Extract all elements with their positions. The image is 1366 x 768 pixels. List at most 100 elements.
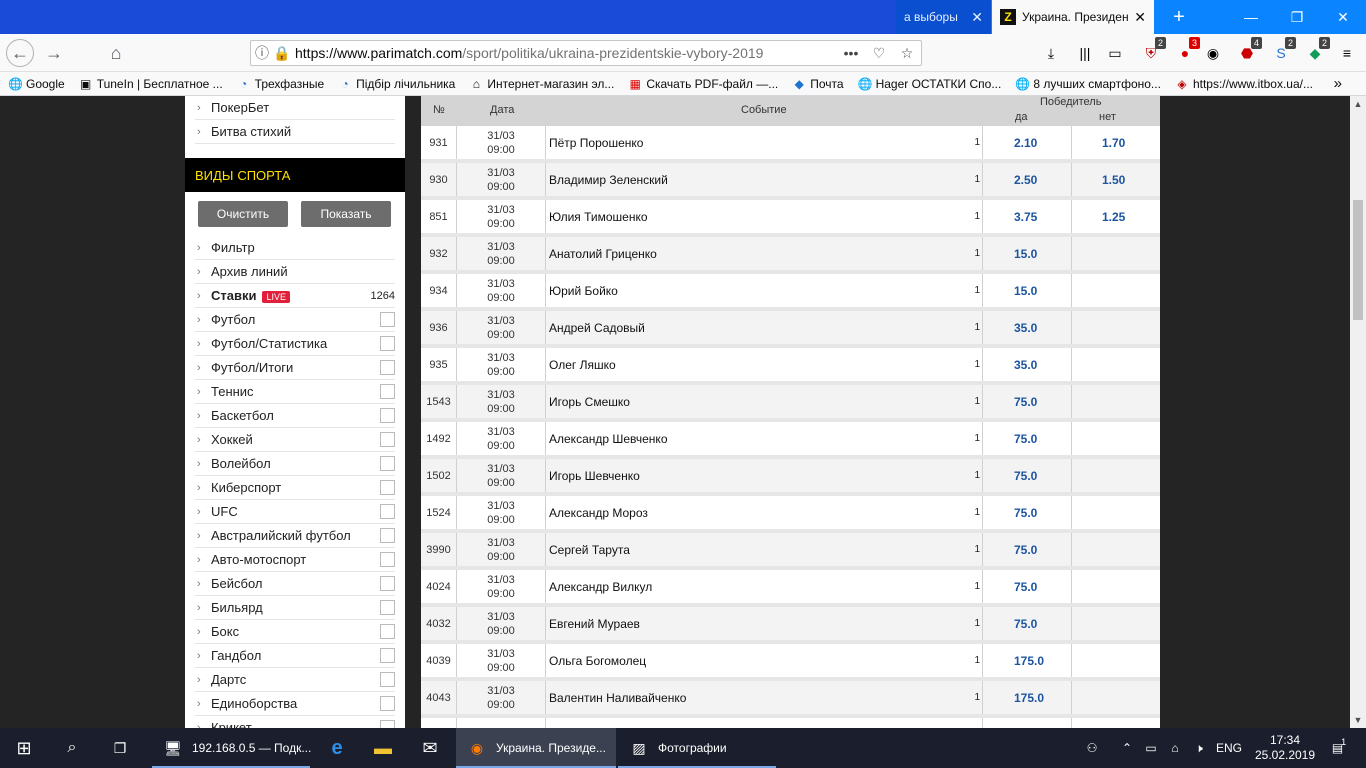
odds-no[interactable] (1072, 348, 1160, 381)
sport-checkbox[interactable] (380, 384, 395, 399)
bookmark-meter[interactable]: ◔ Підбір лічильника (338, 77, 456, 91)
sidebar-item-sport[interactable]: › Футбол/Статистика (195, 332, 395, 356)
new-tab-button[interactable]: + (1156, 0, 1202, 34)
sidebar-item-sport[interactable]: › Волейбол (195, 452, 395, 476)
sport-checkbox[interactable] (380, 552, 395, 567)
bookmark-shop[interactable]: ⌂ Интернет-магазин эл... (469, 77, 615, 91)
sidebar-item-sport[interactable]: › Гандбол (195, 644, 395, 668)
odds-no[interactable] (1072, 718, 1160, 728)
odds-no[interactable] (1072, 274, 1160, 307)
close-window-button[interactable]: ✕ (1320, 0, 1366, 34)
odds-no[interactable] (1072, 237, 1160, 270)
forward-button[interactable]: → (40, 39, 68, 67)
taskbar-app-edge[interactable]: e (314, 728, 360, 768)
sidebar-item-sport[interactable]: › Дартс (195, 668, 395, 692)
downloads-icon[interactable]: ⤓ (1040, 42, 1062, 64)
sidebar-item-sport[interactable]: › Баскетбол (195, 404, 395, 428)
extension-icon[interactable]: ◆ 2 (1304, 37, 1330, 64)
sidebar-item-sport[interactable]: › Бокс (195, 620, 395, 644)
odds-yes[interactable]: 15.0 (983, 237, 1072, 270)
restore-button[interactable]: ❐ (1274, 0, 1320, 34)
address-bar[interactable]: ⓘ 🔒 https://www.parimatch.com/sport/poli… (250, 40, 922, 66)
bookmark-itbox[interactable]: ◈ https://www.itbox.ua/... (1175, 77, 1313, 91)
bookmark-google[interactable]: 🌐 Google (8, 77, 65, 91)
sidebar-item-sport[interactable]: › Австралийский футбол (195, 524, 395, 548)
sidebar-item-archive[interactable]: › Архив линий (195, 260, 395, 284)
sport-checkbox[interactable] (380, 480, 395, 495)
language-indicator[interactable]: ENG (1214, 728, 1244, 768)
battery-icon[interactable]: ▭ (1140, 728, 1162, 768)
odds-yes[interactable]: 35.0 (983, 348, 1072, 381)
sport-checkbox[interactable] (380, 528, 395, 543)
scroll-down-icon[interactable]: ▼ (1350, 712, 1366, 728)
sport-checkbox[interactable] (380, 408, 395, 423)
volume-muted-icon[interactable]: 🕨 (1188, 728, 1210, 768)
sport-checkbox[interactable] (380, 576, 395, 591)
sport-checkbox[interactable] (380, 600, 395, 615)
odds-yes[interactable]: 75.0 (983, 570, 1072, 603)
search-icon[interactable]: ⌕ (48, 728, 96, 768)
taskbar-app-firefox[interactable]: ◉ Украина. Президе... (456, 728, 616, 768)
close-icon[interactable]: ✕ (971, 9, 983, 26)
sport-checkbox[interactable] (380, 696, 395, 711)
odds-yes[interactable]: 35.0 (983, 311, 1072, 344)
sport-checkbox[interactable] (380, 456, 395, 471)
taskbar-app-remote[interactable]: 🖥 192.168.0.5 — Подк... (152, 728, 312, 768)
bookmarks-overflow-button[interactable]: » (1334, 75, 1342, 92)
url-text[interactable]: https://www.parimatch.com/sport/politika… (291, 45, 837, 61)
sport-checkbox[interactable] (380, 672, 395, 687)
sidebar-item-sport[interactable]: › Бейсбол (195, 572, 395, 596)
menu-icon[interactable]: ≡ (1336, 42, 1358, 64)
scroll-up-icon[interactable]: ▲ (1350, 96, 1366, 112)
clock[interactable]: 17:34 25.02.2019 (1252, 728, 1318, 768)
sidebar-item-sport[interactable]: › Авто-мотоспорт (195, 548, 395, 572)
odds-no[interactable]: 1.25 (1072, 200, 1160, 233)
odds-yes[interactable]: 3.75 (983, 200, 1072, 233)
odds-yes[interactable]: 175.0 (983, 644, 1072, 677)
sidebar-item-sport[interactable]: › Единоборства (195, 692, 395, 716)
odds-no[interactable] (1072, 533, 1160, 566)
odds-no[interactable] (1072, 607, 1160, 640)
odds-no[interactable] (1072, 422, 1160, 455)
sidebar-item-sport[interactable]: › UFC (195, 500, 395, 524)
bookmark-three-phase[interactable]: ◔ Трехфазные (237, 77, 324, 91)
odds-no[interactable]: 1.50 (1072, 163, 1160, 196)
start-windows-icon[interactable]: ⊞ (0, 728, 48, 768)
bookmark-hager[interactable]: 🌐 Hager ОСТАТКИ Спо... (858, 77, 1002, 91)
notifications-icon[interactable]: ▤ 1 (1322, 728, 1358, 768)
page-actions-button[interactable]: ••• (837, 45, 865, 61)
odds-yes[interactable]: 175.0 (983, 681, 1072, 714)
clear-button[interactable]: Очистить (198, 201, 288, 227)
show-button[interactable]: Показать (301, 201, 391, 227)
odds-no[interactable] (1072, 570, 1160, 603)
odds-yes[interactable] (983, 718, 1072, 728)
sport-checkbox[interactable] (380, 624, 395, 639)
sidebar-icon[interactable]: ▭ (1104, 42, 1126, 64)
skype-extension-icon[interactable]: S2 (1270, 37, 1296, 64)
page-scrollbar[interactable]: ▲ ▼ (1350, 96, 1366, 728)
odds-no[interactable]: 1.70 (1072, 126, 1160, 159)
odds-yes[interactable]: 75.0 (983, 533, 1072, 566)
sidebar-item-sport[interactable]: › Хоккей (195, 428, 395, 452)
home-button[interactable]: ⌂ (102, 39, 130, 67)
taskbar-app-explorer[interactable]: ▬ (360, 728, 406, 768)
abp-extension-icon[interactable]: ⬣ 4 (1236, 37, 1262, 64)
scrollbar-thumb[interactable] (1353, 200, 1363, 320)
sidebar-item-elements[interactable]: › Битва стихий (195, 120, 395, 144)
tab-ukraine-president[interactable]: Z Украина. Президен ✕ (992, 0, 1154, 34)
odds-no[interactable] (1072, 681, 1160, 714)
library-icon[interactable]: ||| (1074, 42, 1096, 64)
sidebar-item-sport[interactable]: › Футбол/Итоги (195, 356, 395, 380)
sidebar-item-filter[interactable]: › Фильтр (195, 236, 395, 260)
odds-yes[interactable]: 75.0 (983, 496, 1072, 529)
odds-no[interactable] (1072, 496, 1160, 529)
taskbar-app-mail[interactable]: ✉ (406, 728, 454, 768)
sidebar-item-sport[interactable]: › Крикет (195, 716, 395, 728)
taskbar-app-photos[interactable]: ▨ Фотографии (618, 728, 778, 768)
sidebar-item-sport[interactable]: › Теннис (195, 380, 395, 404)
bookmark-star-icon[interactable]: ☆ (893, 45, 921, 62)
sidebar-item-sport[interactable]: › Киберспорт (195, 476, 395, 500)
odds-yes[interactable]: 75.0 (983, 607, 1072, 640)
people-icon[interactable]: ⚇ (1080, 728, 1104, 768)
sidebar-item-sport[interactable]: › Футбол (195, 308, 395, 332)
